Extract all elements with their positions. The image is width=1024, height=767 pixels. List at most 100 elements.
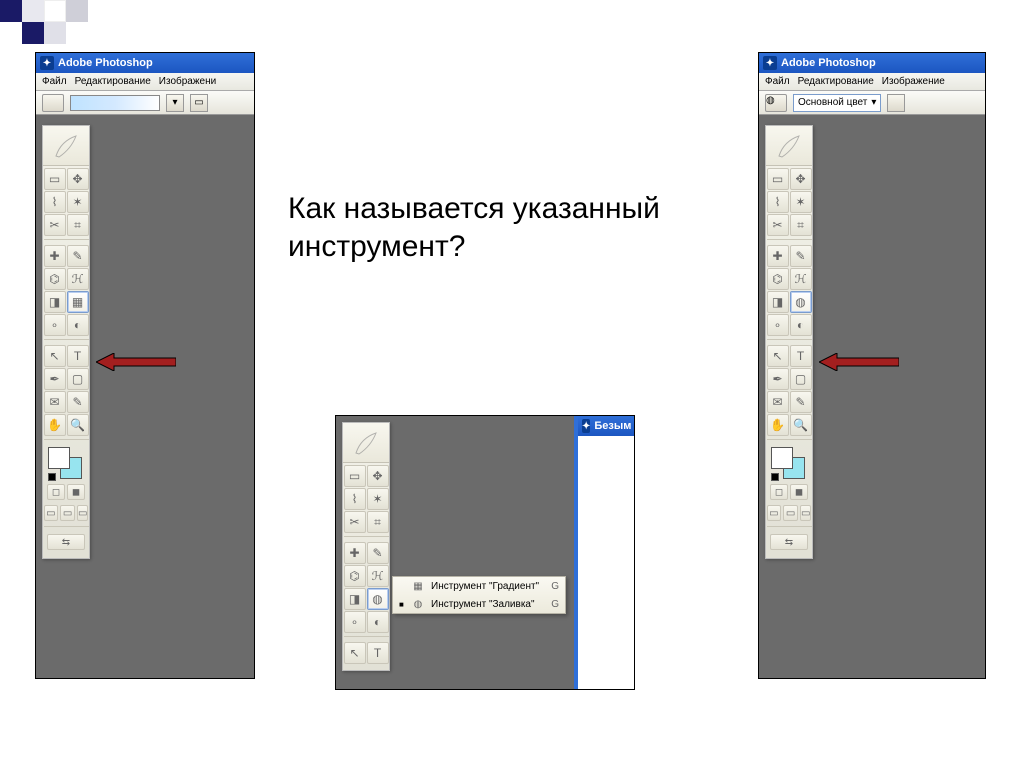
menu-edit[interactable]: Редактирование [75, 76, 151, 87]
marquee-tool[interactable]: ▭ [767, 168, 789, 190]
clone-stamp-tool[interactable]: ⌬ [44, 268, 66, 290]
eraser-tool[interactable]: ◨ [767, 291, 789, 313]
type-tool[interactable]: T [67, 345, 89, 367]
standard-mode-icon[interactable]: ◻ [47, 484, 65, 500]
blur-tool[interactable]: ∘ [767, 314, 789, 336]
heal-tool[interactable]: ✚ [767, 245, 789, 267]
path-select-tool[interactable]: ↖ [767, 345, 789, 367]
gradient-swatch[interactable] [70, 95, 160, 111]
move-tool[interactable]: ✥ [790, 168, 812, 190]
zoom-tool[interactable]: 🔍 [67, 414, 89, 436]
gradient-icon: ▦ [411, 579, 425, 593]
flyout-item-bucket[interactable]: ■ ◍ Инструмент "Заливка" G [393, 595, 565, 613]
paint-bucket-tool[interactable]: ◍ [790, 291, 812, 313]
eyedropper-tool[interactable]: ✎ [790, 391, 812, 413]
shape-tool[interactable]: ▢ [790, 368, 812, 390]
gradient-linear-icon[interactable]: ▭ [190, 94, 208, 112]
magic-wand-tool[interactable]: ✶ [67, 191, 89, 213]
hand-tool[interactable]: ✋ [44, 414, 66, 436]
menu-image[interactable]: Изображени [159, 76, 216, 87]
history-brush-tool[interactable]: ℋ [367, 565, 389, 587]
menu-image[interactable]: Изображение [882, 76, 945, 87]
color-wells[interactable] [44, 445, 89, 481]
window-titlebar: ✦ Adobe Photoshop [759, 53, 985, 73]
type-tool[interactable]: T [790, 345, 812, 367]
doc-icon: ✦ [582, 419, 590, 433]
move-tool[interactable]: ✥ [367, 465, 389, 487]
eraser-tool[interactable]: ◨ [344, 588, 366, 610]
foreground-color-well[interactable] [771, 447, 793, 469]
tool-preset-well[interactable] [42, 94, 64, 112]
heal-tool[interactable]: ✚ [344, 542, 366, 564]
app-icon: ✦ [763, 56, 777, 70]
default-colors-icon[interactable] [48, 473, 56, 481]
paint-bucket-tool[interactable]: ◍ [367, 588, 389, 610]
history-brush-tool[interactable]: ℋ [67, 268, 89, 290]
menu-bar[interactable]: Файл Редактирование Изображени [36, 73, 254, 91]
slice-tool[interactable]: ⌗ [67, 214, 89, 236]
marquee-tool[interactable]: ▭ [44, 168, 66, 190]
hand-tool[interactable]: ✋ [767, 414, 789, 436]
magic-wand-tool[interactable]: ✶ [790, 191, 812, 213]
pen-tool[interactable]: ✒ [44, 368, 66, 390]
history-brush-tool[interactable]: ℋ [790, 268, 812, 290]
eyedropper-tool[interactable]: ✎ [67, 391, 89, 413]
tool-preset-well[interactable]: ◍ [765, 94, 787, 112]
quickmask-mode-icon[interactable]: ◼ [790, 484, 808, 500]
zoom-tool[interactable]: 🔍 [790, 414, 812, 436]
eraser-tool[interactable]: ◨ [44, 291, 66, 313]
lasso-tool[interactable]: ⌇ [767, 191, 789, 213]
crop-tool[interactable]: ✂ [44, 214, 66, 236]
blur-tool[interactable]: ∘ [344, 611, 366, 633]
menu-file[interactable]: Файл [765, 76, 790, 87]
dodge-tool[interactable]: ◐ [367, 611, 389, 633]
flyout-item-gradient[interactable]: ▦ Инструмент "Градиент" G [393, 577, 565, 595]
lasso-tool[interactable]: ⌇ [44, 191, 66, 213]
screen-mode-standard-icon[interactable]: ▭ [44, 505, 59, 521]
shape-tool[interactable]: ▢ [67, 368, 89, 390]
color-wells[interactable] [767, 445, 812, 481]
lasso-tool[interactable]: ⌇ [344, 488, 366, 510]
menu-bar[interactable]: Файл Редактирование Изображение [759, 73, 985, 91]
jump-to-imageready-icon[interactable]: ⇆ [770, 534, 808, 550]
options-extra-icon[interactable] [887, 94, 905, 112]
screen-mode-full-icon[interactable]: ▭ [77, 505, 88, 521]
brush-tool[interactable]: ✎ [67, 245, 89, 267]
toolbox: ▭ ✥ ⌇ ✶ ✂ ⌗ ✚ ✎ ⌬ ℋ ◨ ◍ ∘ ◐ ↖ T ✒ ▢ ✉ [765, 125, 813, 559]
pen-tool[interactable]: ✒ [767, 368, 789, 390]
path-select-tool[interactable]: ↖ [44, 345, 66, 367]
clone-stamp-tool[interactable]: ⌬ [767, 268, 789, 290]
dodge-tool[interactable]: ◐ [67, 314, 89, 336]
default-colors-icon[interactable] [771, 473, 779, 481]
heal-tool[interactable]: ✚ [44, 245, 66, 267]
blur-tool[interactable]: ∘ [44, 314, 66, 336]
dodge-tool[interactable]: ◐ [790, 314, 812, 336]
path-select-tool[interactable]: ↖ [344, 642, 366, 664]
jump-to-imageready-icon[interactable]: ⇆ [47, 534, 85, 550]
slice-tool[interactable]: ⌗ [367, 511, 389, 533]
fill-source-select[interactable]: Основной цвет▾ [793, 94, 881, 112]
crop-tool[interactable]: ✂ [344, 511, 366, 533]
screen-mode-standard-icon[interactable]: ▭ [767, 505, 782, 521]
slice-tool[interactable]: ⌗ [790, 214, 812, 236]
menu-file[interactable]: Файл [42, 76, 67, 87]
screen-mode-full-menu-icon[interactable]: ▭ [60, 505, 75, 521]
marquee-tool[interactable]: ▭ [344, 465, 366, 487]
type-tool[interactable]: T [367, 642, 389, 664]
brush-tool[interactable]: ✎ [367, 542, 389, 564]
move-tool[interactable]: ✥ [67, 168, 89, 190]
foreground-color-well[interactable] [48, 447, 70, 469]
screen-mode-full-menu-icon[interactable]: ▭ [783, 505, 798, 521]
clone-stamp-tool[interactable]: ⌬ [344, 565, 366, 587]
crop-tool[interactable]: ✂ [767, 214, 789, 236]
quickmask-mode-icon[interactable]: ◼ [67, 484, 85, 500]
gradient-tool[interactable]: ▦ [67, 291, 89, 313]
screen-mode-full-icon[interactable]: ▭ [800, 505, 811, 521]
standard-mode-icon[interactable]: ◻ [770, 484, 788, 500]
brush-tool[interactable]: ✎ [790, 245, 812, 267]
menu-edit[interactable]: Редактирование [798, 76, 874, 87]
notes-tool[interactable]: ✉ [767, 391, 789, 413]
notes-tool[interactable]: ✉ [44, 391, 66, 413]
magic-wand-tool[interactable]: ✶ [367, 488, 389, 510]
gradient-dropdown-icon[interactable]: ▾ [166, 94, 184, 112]
